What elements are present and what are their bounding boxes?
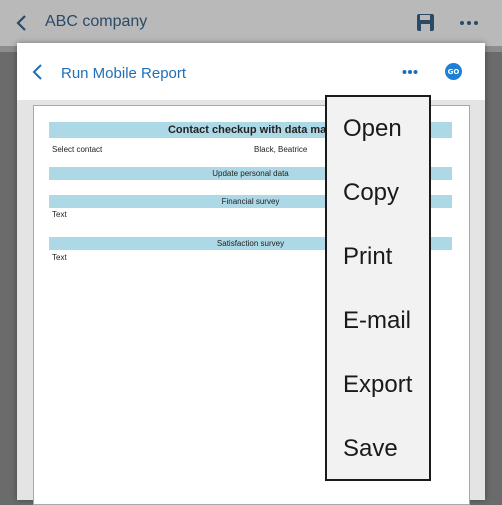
dialog-more-options-icon[interactable] <box>402 69 418 75</box>
financial-survey-field: Text <box>52 210 67 219</box>
select-contact-value: Black, Beatrice <box>254 145 308 154</box>
satisfaction-survey-field: Text <box>52 253 67 262</box>
menu-item-export[interactable]: Export <box>343 371 412 399</box>
dialog-back-icon[interactable] <box>31 63 45 81</box>
menu-item-email[interactable]: E-mail <box>343 307 411 335</box>
menu-item-open[interactable]: Open <box>343 115 402 143</box>
app-header: ABC company <box>0 0 502 46</box>
dialog-header: Run Mobile Report GO <box>17 43 485 100</box>
select-contact-label: Select contact <box>52 145 103 154</box>
menu-item-save[interactable]: Save <box>343 435 398 463</box>
menu-item-print[interactable]: Print <box>343 243 392 271</box>
menu-item-copy[interactable]: Copy <box>343 179 399 207</box>
dialog-title: Run Mobile Report <box>61 65 187 82</box>
more-options-icon[interactable] <box>459 20 479 26</box>
back-arrow-icon[interactable] <box>12 11 32 35</box>
options-menu: Open Copy Print E-mail Export Save <box>325 95 431 481</box>
go-button[interactable]: GO <box>445 63 462 80</box>
save-disk-icon[interactable] <box>416 13 435 32</box>
app-title: ABC company <box>45 13 148 30</box>
